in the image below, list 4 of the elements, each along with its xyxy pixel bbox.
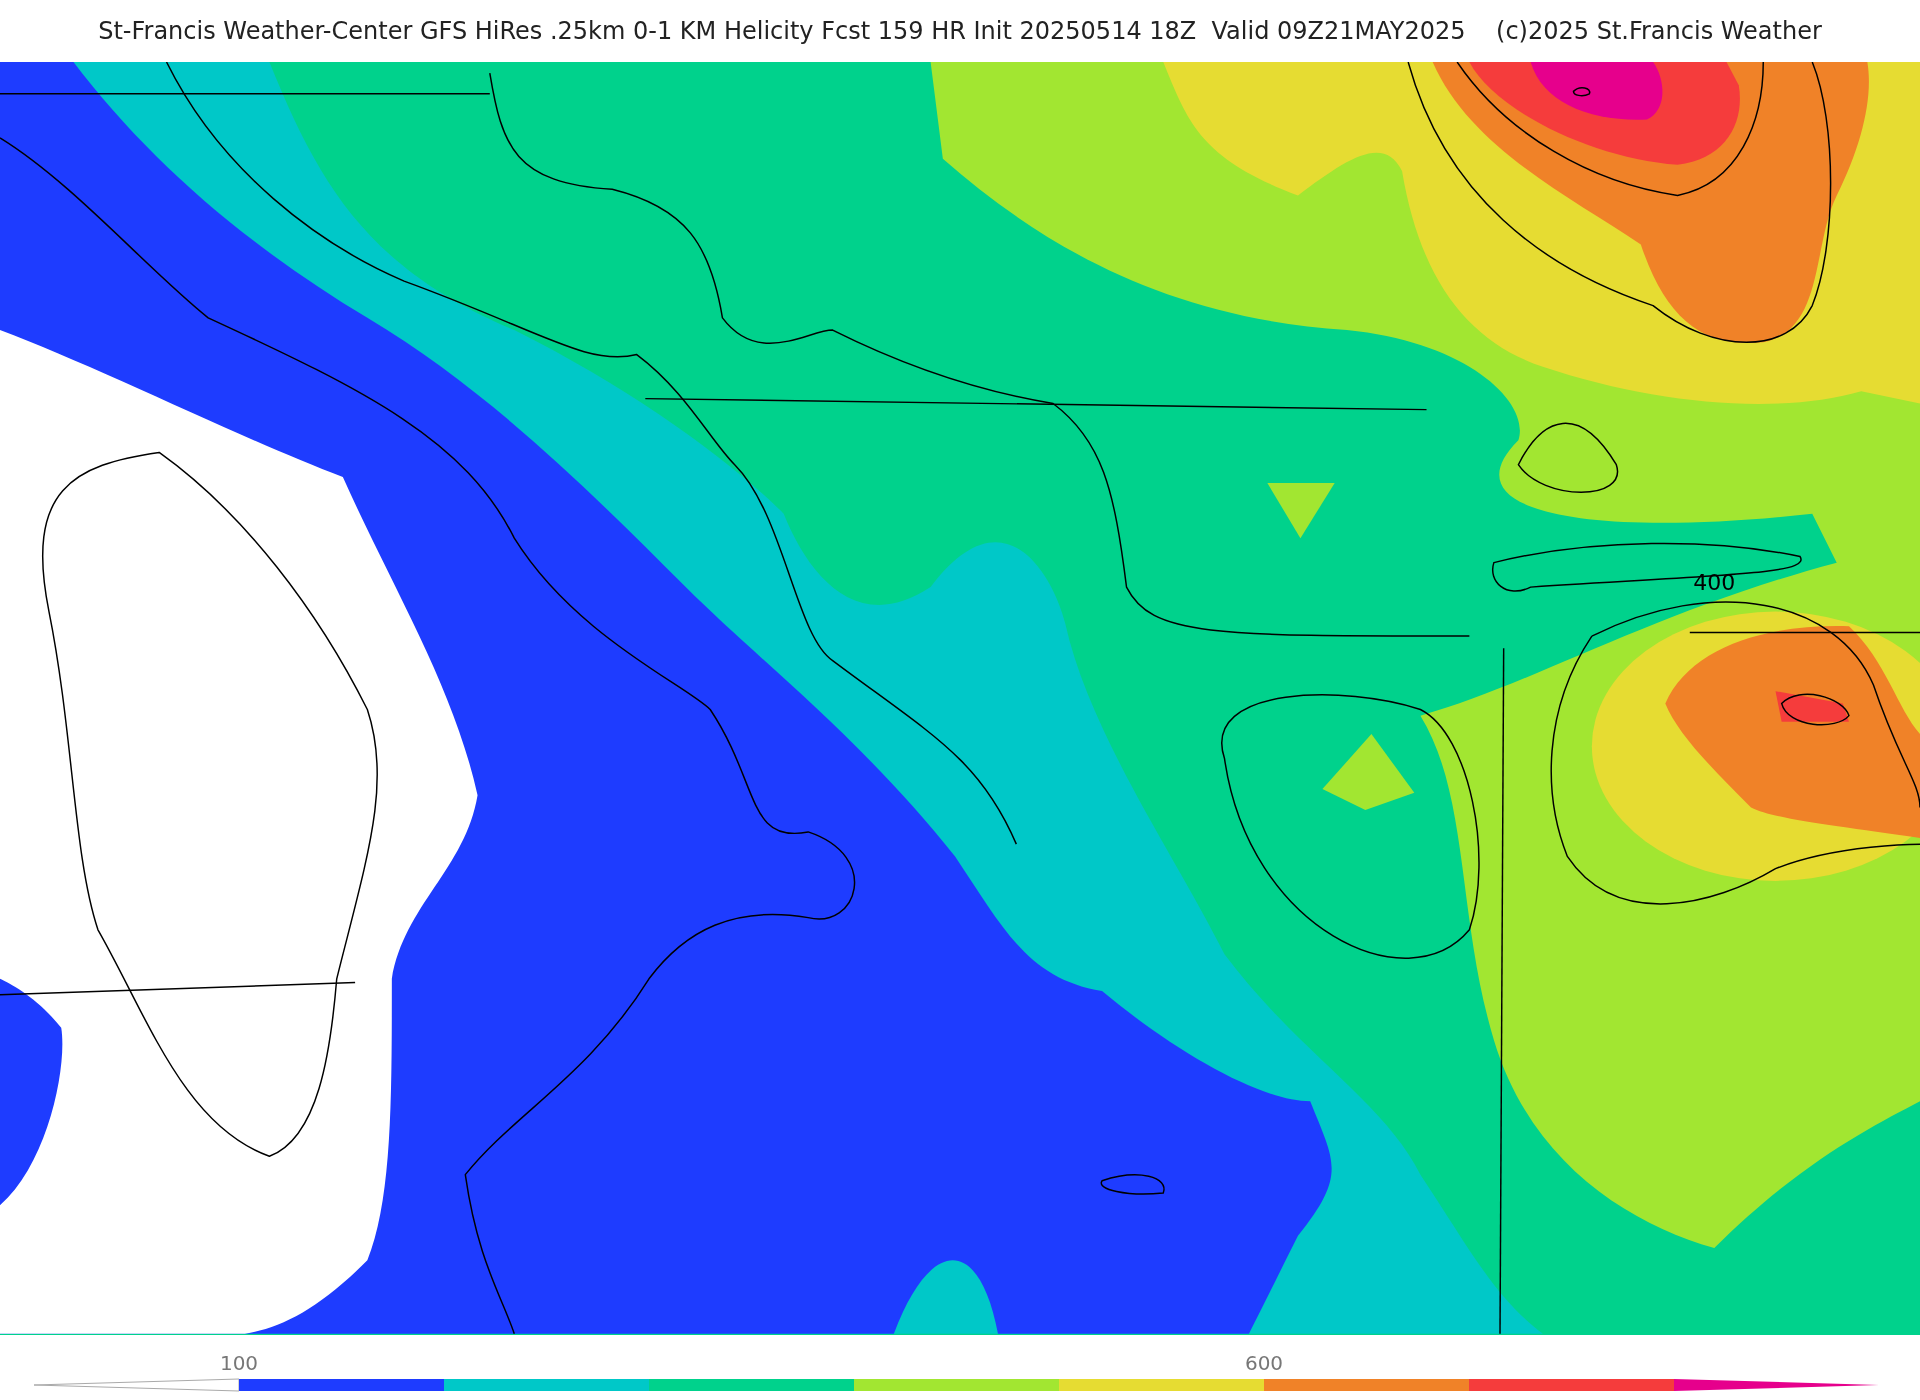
colorbar-extension-icon — [33, 1378, 240, 1392]
colorbar-label: 600 — [1244, 1351, 1284, 1375]
colorbar-label: 100 — [219, 1351, 259, 1375]
map-title: St-Francis Weather-Center GFS HiRes .25km 0-1 KM Helicity Fcst 159 HR Init 20250514 18Z Valid 09Z21MAY2025 (c)2025 St.Francis Weather — [97, 16, 1823, 47]
